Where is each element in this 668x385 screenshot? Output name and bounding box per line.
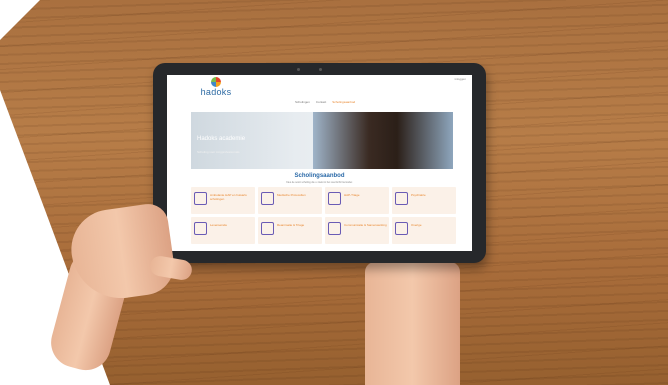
course-card-label: Medische Protocollen xyxy=(277,193,306,197)
brain-icon xyxy=(194,222,207,235)
course-card[interactable]: Reanimatie & Triage xyxy=(258,217,322,244)
hero-title: Hadoks academie xyxy=(197,136,246,142)
course-card-label: Levenseinde xyxy=(210,223,228,227)
medical-icon xyxy=(395,222,408,235)
course-card-label: Psychiatrie xyxy=(411,193,426,197)
site-logo[interactable]: hadoks xyxy=(194,77,238,97)
section-title: Scholingsaanbod xyxy=(294,173,345,179)
nav-item[interactable]: Contact xyxy=(316,100,326,104)
course-card[interactable]: HAP-Triage xyxy=(325,187,389,214)
stethoscope-icon xyxy=(328,192,341,205)
nav-item-active[interactable]: Scholingsaanbod xyxy=(332,100,355,104)
tablet-device: hadoks inloggen Scholingen Contact Schol… xyxy=(153,63,486,263)
hero-subtitle: Scholing voor zorgprofessionals xyxy=(197,150,240,154)
camera-dot xyxy=(297,68,300,71)
course-card[interactable]: Ambulante HAP en huisarts scholingen xyxy=(191,187,255,214)
first-aid-icon xyxy=(261,222,274,235)
logo-icon xyxy=(211,77,221,87)
main-nav: Scholingen Contact Scholingsaanbod xyxy=(295,100,355,104)
login-link[interactable]: inloggen xyxy=(455,77,466,81)
course-card[interactable]: Overige xyxy=(392,217,456,244)
logo-text: hadoks xyxy=(200,87,232,97)
course-card-label: Overige xyxy=(411,223,422,227)
nav-item[interactable]: Scholingen xyxy=(295,100,310,104)
course-card-label: Reanimatie & Triage xyxy=(277,223,305,227)
doctor-icon xyxy=(194,192,207,205)
hero-banner: Hadoks academie Scholing voor zorgprofes… xyxy=(191,112,453,169)
course-card[interactable]: Communicatie & Samenwerking xyxy=(325,217,389,244)
course-card[interactable]: Psychiatrie xyxy=(392,187,456,214)
course-card[interactable]: Medische Protocollen xyxy=(258,187,322,214)
camera-dot xyxy=(319,68,322,71)
book-icon xyxy=(328,222,341,235)
course-card-label: HAP-Triage xyxy=(344,193,360,197)
tablet-screen: hadoks inloggen Scholingen Contact Schol… xyxy=(167,75,472,251)
course-card-label: Ambulante HAP en huisarts scholingen xyxy=(210,193,247,201)
head-icon xyxy=(395,192,408,205)
section-subtitle: Kies de soort scholing die u zoekt in he… xyxy=(286,181,353,184)
ambulance-icon xyxy=(261,192,274,205)
course-card[interactable]: Levenseinde xyxy=(191,217,255,244)
course-card-label: Communicatie & Samenwerking xyxy=(344,223,387,227)
hero-image-praying-hands xyxy=(313,112,453,169)
right-arm xyxy=(365,262,460,385)
